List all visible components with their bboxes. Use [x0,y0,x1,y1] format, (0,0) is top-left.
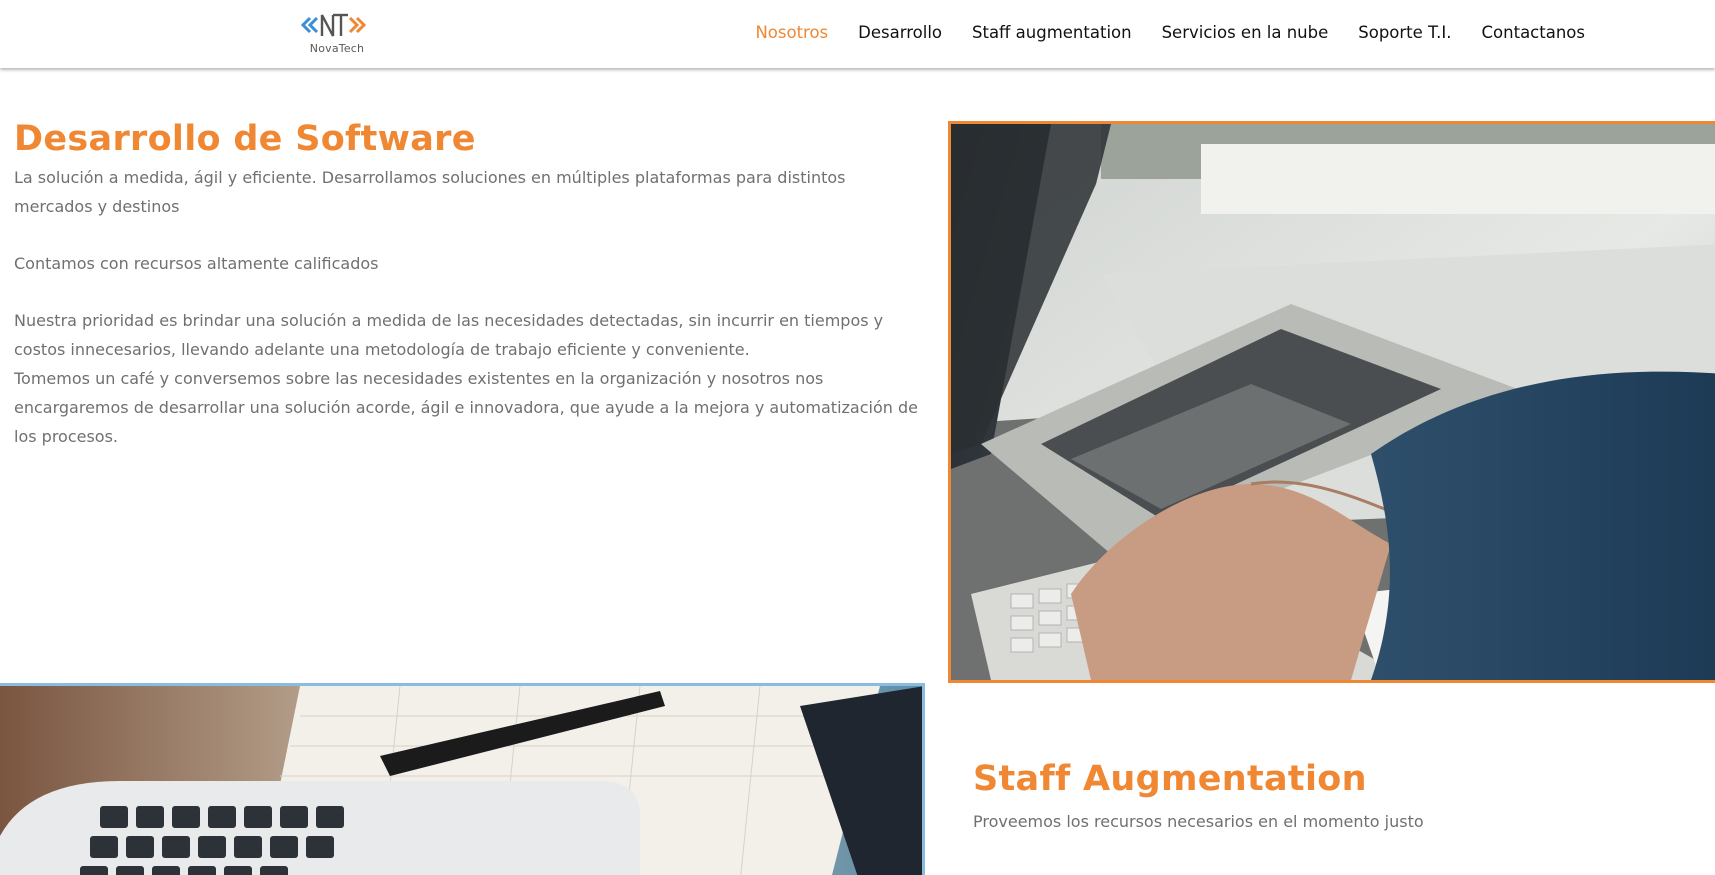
staff-title: Staff Augmentation [973,759,1367,799]
software-title: Desarrollo de Software [14,119,476,159]
logo-mark-icon [300,13,367,37]
nav-link-contactanos[interactable]: Contactanos [1482,23,1585,42]
nav-link-soporte-ti[interactable]: Soporte T.I. [1358,23,1451,42]
software-section-text: Desarrollo de Software La solución a med… [14,115,929,451]
nav-link-nosotros[interactable]: Nosotros [755,23,828,42]
desk-photo-illustration [0,686,922,875]
site-header: NovaTech Nosotros Desarrollo Staff augme… [0,0,1715,68]
software-intro: La solución a medida, ágil y eficiente. … [14,168,846,216]
software-coffee: Tomemos un café y conversemos sobre las … [14,369,918,446]
software-resources: Contamos con recursos altamente califica… [14,254,379,273]
main-nav: Nosotros Desarrollo Staff augmentation S… [755,0,1585,64]
desk-laptop-image [0,683,925,875]
laptop-photo-illustration [951,124,1715,680]
software-priority: Nuestra prioridad es brindar una solució… [14,311,884,359]
logo-text: NovaTech [309,42,365,55]
staff-text: Proveemos los recursos necesarios en el … [973,812,1424,831]
nav-link-servicios-nube[interactable]: Servicios en la nube [1162,23,1329,42]
laptop-typing-image [948,121,1715,683]
nav-link-staff-augmentation[interactable]: Staff augmentation [972,23,1132,42]
novatech-logo[interactable]: NovaTech [300,10,374,58]
nav-link-desarrollo[interactable]: Desarrollo [858,23,942,42]
staff-section-text: Staff Augmentation Proveemos los recurso… [973,755,1693,836]
